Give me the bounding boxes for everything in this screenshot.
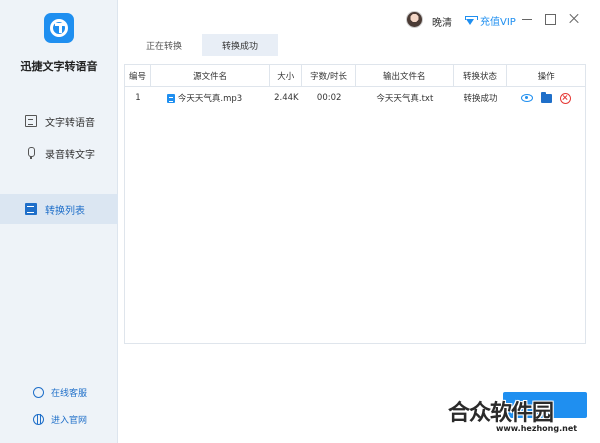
microphone-icon — [25, 147, 37, 159]
official-site-label: 进入官网 — [51, 416, 88, 426]
sidebar-item-label: 转换列表 — [45, 205, 85, 217]
official-site-link[interactable]: 进入官网 — [33, 413, 87, 426]
sidebar: 迅捷文字转语音 文字转语音 录音转文字 转换列表 在线客服 进入官网 — [0, 0, 118, 443]
vip-recharge-button[interactable]: 充值VIP — [465, 13, 516, 28]
row-index: 1 — [135, 93, 141, 103]
sidebar-item-text-to-speech[interactable]: 文字转语音 — [0, 106, 118, 136]
watermark: 合众软件园 www.hezhong.net — [448, 395, 600, 443]
vip-label: 充值VIP — [480, 17, 516, 28]
avatar[interactable] — [406, 11, 423, 28]
table-header: 编号 源文件名 大小 字数/时长 输出文件名 转换状态 操作 — [125, 65, 585, 87]
globe-icon — [33, 414, 44, 425]
delete-icon[interactable] — [560, 92, 572, 104]
watermark-url: www.hezhong.net — [496, 424, 578, 433]
app-name: 迅捷文字转语音 — [20, 60, 98, 73]
list-icon — [25, 203, 37, 215]
sidebar-item-conversion-list[interactable]: 转换列表 — [0, 194, 118, 224]
file-icon — [166, 93, 175, 103]
app-logo-icon — [44, 13, 74, 43]
row-size: 2.44K — [274, 93, 299, 103]
col-index: 编号 — [125, 65, 151, 86]
sidebar-item-speech-to-text[interactable]: 录音转文字 — [0, 138, 118, 168]
watermark-logo: 合众软件园 — [448, 401, 554, 426]
source-file-name: 今天天气真.mp3 — [177, 94, 243, 104]
customer-service-icon — [33, 387, 44, 398]
col-actions: 操作 — [537, 71, 555, 82]
sidebar-item-label: 文字转语音 — [45, 117, 95, 129]
row-output-file: 今天天气真.txt — [376, 94, 434, 104]
online-support-label: 在线客服 — [51, 389, 88, 399]
tab-converting[interactable]: 正在转换 — [126, 34, 202, 56]
open-folder-icon[interactable] — [541, 91, 553, 103]
row-actions — [507, 87, 585, 109]
row-status: 转换成功 — [463, 94, 498, 104]
tab-converted[interactable]: 转换成功 — [202, 34, 279, 56]
row-duration: 00:02 — [316, 93, 342, 103]
online-support-link[interactable]: 在线客服 — [33, 386, 87, 399]
conversion-table: 编号 源文件名 大小 字数/时长 输出文件名 转换状态 操作 1 今天天气真.m… — [124, 64, 586, 344]
col-output-file: 输出文件名 — [356, 65, 454, 86]
close-icon[interactable] — [567, 12, 581, 26]
maximize-icon[interactable] — [543, 12, 557, 26]
text-doc-icon — [25, 115, 37, 127]
username[interactable]: 晚清 — [432, 14, 452, 29]
col-duration: 字数/时长 — [302, 65, 356, 86]
col-size: 大小 — [270, 65, 303, 86]
col-source-file: 源文件名 — [151, 65, 271, 86]
minimize-icon[interactable] — [520, 12, 534, 26]
col-status: 转换状态 — [454, 65, 508, 86]
table-row[interactable]: 1 今天天气真.mp3 2.44K 00:02 今天天气真.txt 转换成功 — [125, 87, 585, 109]
sidebar-item-label: 录音转文字 — [45, 149, 95, 161]
preview-eye-icon[interactable] — [521, 94, 534, 102]
row-source-file: 今天天气真.mp3 — [151, 87, 271, 109]
diamond-icon — [465, 15, 478, 26]
status-tabs: 正在转换 转换成功 — [126, 34, 279, 56]
